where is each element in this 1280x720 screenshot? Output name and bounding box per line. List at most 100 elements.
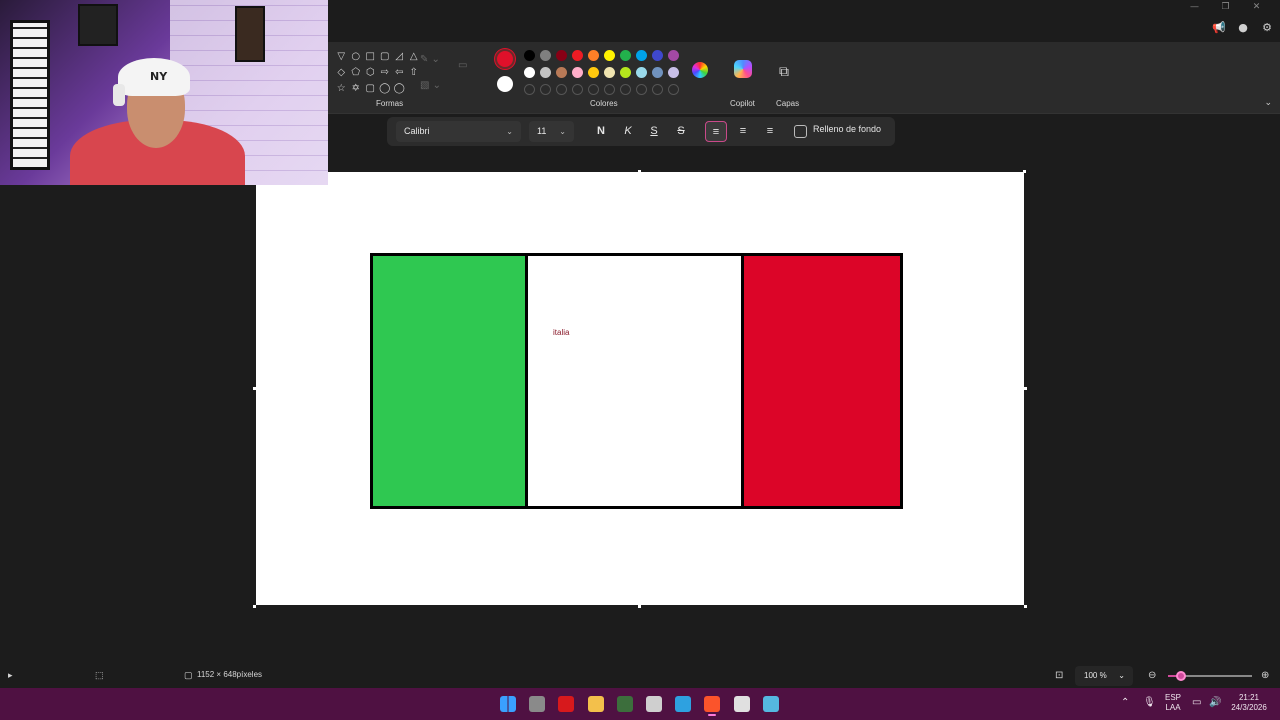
account-icon[interactable]: ● [1236, 20, 1250, 34]
palette-color-swatch[interactable] [588, 50, 599, 61]
shape-triangle-down-icon[interactable]: ▽ [334, 50, 349, 63]
language-indicator[interactable]: ESP LAA [1160, 693, 1186, 713]
palette-color-swatch[interactable] [604, 67, 615, 78]
resize-handle-bottom[interactable] [638, 605, 641, 608]
strikethrough-button[interactable]: S [670, 121, 692, 142]
palette-color-swatch[interactable] [556, 50, 567, 61]
shape-rounded-rect-icon[interactable]: ▢ [378, 50, 393, 63]
layers-icon[interactable]: ⧉ [779, 64, 789, 80]
edge-icon[interactable] [675, 696, 692, 712]
custom-color-slot[interactable] [620, 84, 631, 95]
canvas-text-box[interactable]: italia [553, 328, 569, 337]
shape-callout-rect-icon[interactable]: ▢ [363, 82, 378, 95]
resize-handle-bottom-left[interactable] [253, 605, 256, 608]
palette-color-swatch[interactable] [556, 67, 567, 78]
palette-color-swatch[interactable] [524, 67, 535, 78]
shape-polygon-icon[interactable]: ◿ [392, 50, 407, 63]
paint-icon[interactable] [762, 696, 779, 712]
shape-arrow-up-icon[interactable]: ⇧ [407, 66, 422, 79]
font-size-select[interactable]: 11 ⌄ [529, 121, 574, 142]
shape-arrow-left-icon[interactable]: ⇦ [392, 66, 407, 79]
wifi-app-icon[interactable] [646, 696, 662, 712]
fill-background-checkbox[interactable] [794, 125, 807, 138]
custom-color-slot[interactable] [540, 84, 551, 95]
start-icon[interactable] [500, 696, 516, 712]
palette-color-swatch[interactable] [604, 50, 615, 61]
primary-color-swatch[interactable] [495, 49, 515, 69]
brave-icon[interactable] [704, 696, 721, 716]
custom-color-slot[interactable] [668, 84, 679, 95]
align-center-button[interactable]: ≡ [732, 121, 754, 142]
palette-color-swatch[interactable] [540, 50, 551, 61]
custom-color-slot[interactable] [652, 84, 663, 95]
italic-button[interactable]: K [617, 121, 639, 142]
custom-color-slot[interactable] [556, 84, 567, 95]
resize-handle-left[interactable] [253, 387, 256, 390]
shape-diamond-icon[interactable]: ◇ [334, 66, 349, 79]
palette-color-swatch[interactable] [572, 67, 583, 78]
shape-arrow-right-icon[interactable]: ⇨ [378, 66, 393, 79]
zoom-out-icon[interactable]: ⊖ [1148, 670, 1156, 681]
resize-handle-bottom-right[interactable] [1024, 605, 1027, 608]
custom-color-slot[interactable] [524, 84, 535, 95]
palette-color-swatch[interactable] [588, 67, 599, 78]
copilot-icon[interactable] [734, 60, 752, 78]
palette-color-swatch[interactable] [620, 50, 631, 61]
align-left-button[interactable]: ≡ [705, 121, 727, 142]
visio-icon[interactable] [616, 696, 633, 712]
palette-color-swatch[interactable] [636, 50, 647, 61]
zoom-in-icon[interactable]: ⊕ [1261, 670, 1269, 681]
resize-handle-top[interactable] [638, 170, 641, 173]
shape-hexagon-icon[interactable]: ⬡ [363, 66, 378, 79]
custom-color-slot[interactable] [572, 84, 583, 95]
megaphone-icon[interactable]: 📢 [1212, 20, 1226, 34]
shape-callout-cloud-icon[interactable]: ◯ [392, 82, 407, 95]
volume-icon[interactable]: 🔊 [1209, 697, 1221, 708]
custom-color-slot[interactable] [636, 84, 647, 95]
fill-icon[interactable]: ▧ ⌄ [420, 80, 441, 106]
file-explorer-dark-icon[interactable] [529, 696, 546, 712]
minimize-button[interactable]: — [1179, 0, 1210, 14]
align-right-button[interactable]: ≡ [759, 121, 781, 142]
resize-handle-top-right[interactable] [1023, 170, 1026, 173]
gear-icon[interactable]: ⚙ [1260, 20, 1274, 34]
shape-star6-icon[interactable]: ✡ [349, 82, 364, 95]
chrome-icon[interactable] [733, 696, 750, 712]
shape-triangle-icon[interactable]: △ [407, 50, 422, 63]
palette-color-swatch[interactable] [540, 67, 551, 78]
shape-rectangle-icon[interactable]: □ [363, 50, 378, 63]
microphone-icon[interactable]: 🎙 [1143, 697, 1156, 708]
underline-button[interactable]: S [643, 121, 665, 142]
resize-handle-right[interactable] [1024, 387, 1027, 390]
fit-to-window-icon[interactable]: ⊡ [1055, 670, 1063, 681]
zoom-select[interactable]: 100 % ⌄ [1075, 666, 1133, 686]
shape-star-icon[interactable]: ☆ [334, 82, 349, 95]
network-icon[interactable]: ▭ [1192, 697, 1201, 708]
zoom-slider-thumb[interactable] [1175, 671, 1186, 681]
palette-color-swatch[interactable] [668, 50, 679, 61]
close-button[interactable]: ✕ [1241, 0, 1272, 14]
maximize-button[interactable]: ❐ [1210, 0, 1241, 14]
bold-button[interactable]: N [590, 121, 612, 142]
secondary-color-swatch[interactable] [497, 76, 513, 92]
palette-color-swatch[interactable] [524, 50, 535, 61]
palette-color-swatch[interactable] [620, 67, 631, 78]
show-hidden-icons-icon[interactable]: ⌃ [1121, 697, 1129, 708]
acrobat-icon[interactable] [558, 696, 575, 712]
font-family-select[interactable]: Calibri ⌄ [396, 121, 521, 142]
shape-size-icon[interactable]: ▭ [458, 60, 467, 71]
palette-color-swatch[interactable] [636, 67, 647, 78]
palette-color-swatch[interactable] [572, 50, 583, 61]
shape-callout-oval-icon[interactable]: ◯ [378, 82, 393, 95]
folder-icon[interactable] [587, 696, 604, 712]
clock[interactable]: 21:21 24/3/2026 [1226, 693, 1272, 713]
ribbon-collapse-chevron-icon[interactable]: ⌄ [1264, 98, 1272, 108]
custom-color-slot[interactable] [604, 84, 615, 95]
shape-oval-icon[interactable]: ○ [349, 50, 364, 63]
custom-color-slot[interactable] [588, 84, 599, 95]
edit-colors-icon[interactable] [692, 62, 708, 78]
outline-icon[interactable]: ✎ ⌄ [420, 54, 441, 80]
palette-color-swatch[interactable] [652, 67, 663, 78]
palette-color-swatch[interactable] [652, 50, 663, 61]
shape-pentagon-icon[interactable]: ⬠ [349, 66, 364, 79]
